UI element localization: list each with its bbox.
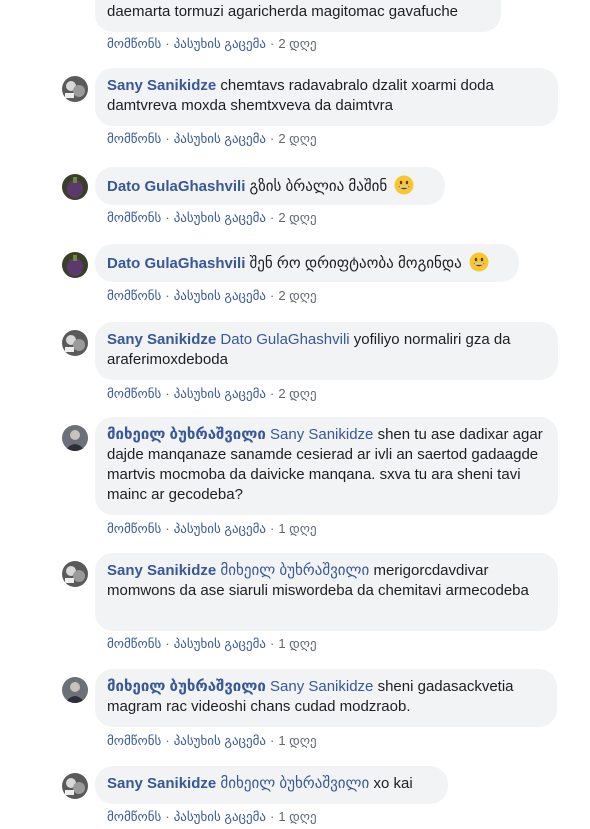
- grinning-face-emoji: [394, 175, 414, 195]
- avatar[interactable]: [62, 330, 88, 356]
- timestamp[interactable]: 2 დღე: [278, 386, 316, 402]
- comment-text: daemarta tormuzi agaricherda magitomac g…: [107, 3, 459, 20]
- comment-actions: მომწონს · პასუხის გაცემა · 1 დღე: [107, 521, 317, 537]
- like-link[interactable]: მომწონს: [107, 809, 161, 825]
- like-link[interactable]: მომწონს: [107, 636, 161, 652]
- mentioned-user[interactable]: Sany Sanikidze: [270, 426, 373, 443]
- avatar[interactable]: [62, 252, 88, 278]
- like-link[interactable]: მომწონს: [107, 386, 161, 402]
- separator: ·: [269, 521, 275, 536]
- separator: ·: [269, 131, 275, 146]
- separator: ·: [269, 809, 275, 824]
- reply-link[interactable]: პასუხის გაცემა: [174, 288, 266, 304]
- timestamp[interactable]: 2 დღე: [278, 210, 316, 226]
- comment-text: xo kai: [373, 775, 413, 792]
- comment-author[interactable]: Sany Sanikidze: [107, 562, 216, 579]
- separator: ·: [165, 386, 170, 401]
- comment-author[interactable]: Sany Sanikidze: [107, 775, 216, 792]
- comment-actions: მომწონს · პასუხის გაცემა · 2 დღე: [107, 131, 317, 147]
- avatar[interactable]: [62, 76, 88, 102]
- separator: ·: [165, 733, 170, 748]
- timestamp[interactable]: 1 დღე: [278, 809, 316, 825]
- separator: ·: [269, 386, 275, 401]
- comment-author[interactable]: Sany Sanikidze: [107, 331, 216, 348]
- comment-bubble: Dato GulaGhashvili შენ რო დრიფტაობა მოგი…: [95, 244, 519, 282]
- timestamp[interactable]: 1 დღე: [278, 636, 316, 652]
- comment-actions: მომწონს · პასუხის გაცემა · 2 დღე: [107, 386, 317, 402]
- reply-link[interactable]: პასუხის გაცემა: [174, 809, 266, 825]
- avatar[interactable]: [62, 677, 88, 703]
- like-link[interactable]: მომწონს: [107, 36, 161, 52]
- timestamp[interactable]: 2 დღე: [278, 288, 316, 304]
- mentioned-user[interactable]: Dato GulaGhashvili: [220, 331, 349, 348]
- reply-link[interactable]: პასუხის გაცემა: [174, 733, 266, 749]
- separator: ·: [269, 733, 275, 748]
- separator: ·: [269, 288, 275, 303]
- grinning-face-emoji: [469, 252, 489, 272]
- comment-bubble: Sany Sanikidze Dato GulaGhashvili yofili…: [95, 322, 558, 380]
- reply-link[interactable]: პასუხის გაცემა: [174, 131, 266, 147]
- comment-actions: მომწონს · პასუხის გაცემა · 2 დღე: [107, 210, 317, 226]
- separator: ·: [165, 131, 170, 146]
- separator: ·: [165, 809, 170, 824]
- timestamp[interactable]: 2 დღე: [278, 131, 316, 147]
- separator: ·: [165, 521, 170, 536]
- timestamp[interactable]: 1 დღე: [278, 733, 316, 749]
- mentioned-user[interactable]: მიხეილ ბუხრაშვილი: [220, 562, 369, 579]
- like-link[interactable]: მომწონს: [107, 288, 161, 304]
- separator: ·: [165, 636, 170, 651]
- mentioned-user[interactable]: მიხეილ ბუხრაშვილი: [220, 775, 369, 792]
- comment-bubble: daemarta tormuzi agaricherda magitomac g…: [95, 0, 501, 32]
- comment-actions: მომწონს · პასუხის გაცემა · 2 დღე: [107, 288, 317, 304]
- separator: ·: [269, 636, 275, 651]
- avatar[interactable]: [62, 561, 88, 587]
- reply-link[interactable]: პასუხის გაცემა: [174, 210, 266, 226]
- comment-actions: მომწონს · პასუხის გაცემა · 1 დღე: [107, 733, 317, 749]
- separator: ·: [269, 36, 275, 51]
- avatar[interactable]: [62, 425, 88, 451]
- comment-author[interactable]: მიხეილ ბუხრაშვილი: [107, 426, 266, 443]
- timestamp[interactable]: 2 დღე: [278, 36, 316, 52]
- like-link[interactable]: მომწონს: [107, 521, 161, 537]
- separator: ·: [165, 288, 170, 303]
- comment-actions: მომწონს · პასუხის გაცემა · 1 დღე: [107, 636, 317, 652]
- comment-actions: მომწონს · პასუხის გაცემა · 1 დღე: [107, 809, 317, 825]
- avatar[interactable]: [62, 174, 88, 200]
- separator: ·: [269, 210, 275, 225]
- comment-bubble: Sany Sanikidze მიხეილ ბუხრაშვილი xo kai: [95, 766, 448, 804]
- like-link[interactable]: მომწონს: [107, 131, 161, 147]
- like-link[interactable]: მომწონს: [107, 210, 161, 226]
- comment-text: შენ რო დრიფტაობა მოგინდა: [249, 255, 462, 272]
- reply-link[interactable]: პასუხის გაცემა: [174, 636, 266, 652]
- comment-text: გზის ბრალია მაშინ: [249, 178, 388, 195]
- comment-bubble: მიხეილ ბუხრაშვილი Sany Sanikidze shen tu…: [95, 417, 558, 515]
- like-link[interactable]: მომწონს: [107, 733, 161, 749]
- comment-bubble: Dato GulaGhashvili გზის ბრალია მაშინ: [95, 167, 445, 205]
- comment-actions: მომწონს · პასუხის გაცემა · 2 დღე: [107, 36, 317, 52]
- comment-bubble: Sany Sanikidze chemtavs radavabralo dzal…: [95, 68, 558, 126]
- comment-bubble: Sany Sanikidze მიხეილ ბუხრაშვილი merigor…: [95, 553, 558, 631]
- comment-author[interactable]: Dato GulaGhashvili: [107, 178, 245, 195]
- comment-author[interactable]: მიხეილ ბუხრაშვილი: [107, 678, 266, 695]
- mentioned-user[interactable]: Sany Sanikidze: [270, 678, 373, 695]
- reply-link[interactable]: პასუხის გაცემა: [174, 386, 266, 402]
- timestamp[interactable]: 1 დღე: [278, 521, 316, 537]
- avatar[interactable]: [62, 773, 88, 799]
- reply-link[interactable]: პასუხის გაცემა: [174, 521, 266, 537]
- comment-author[interactable]: Dato GulaGhashvili: [107, 255, 245, 272]
- reply-link[interactable]: პასუხის გაცემა: [174, 36, 266, 52]
- comment-bubble: მიხეილ ბუხრაშვილი Sany Sanikidze sheni g…: [95, 669, 557, 727]
- comment-author[interactable]: Sany Sanikidze: [107, 77, 216, 94]
- separator: ·: [165, 210, 170, 225]
- separator: ·: [165, 36, 170, 51]
